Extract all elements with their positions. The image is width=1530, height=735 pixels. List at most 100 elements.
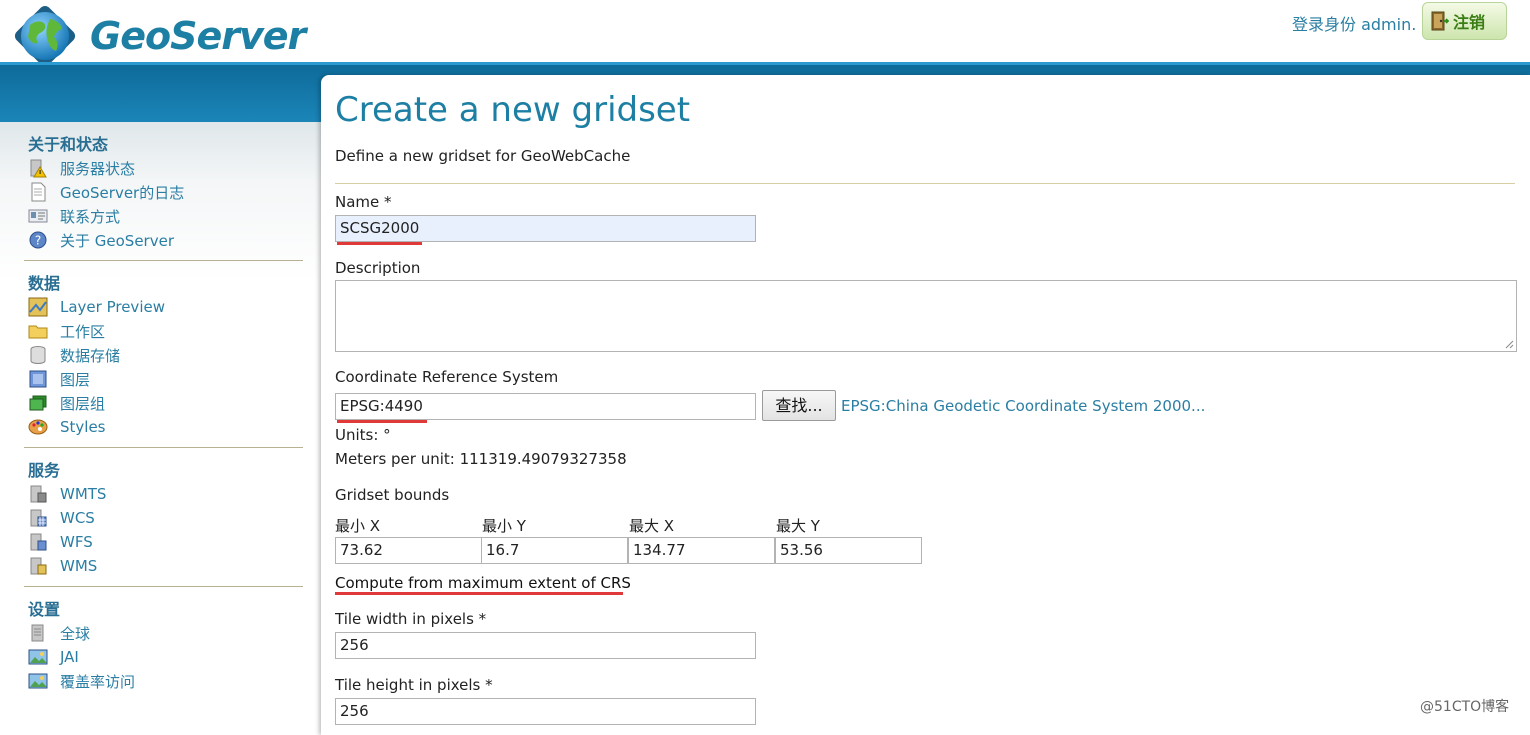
logout-label: 注销 [1453,13,1486,32]
sidebar-item-label: 覆盖率访问 [60,672,136,691]
bounds-header-min-y: 最小 Y [482,517,526,535]
find-crs-button[interactable]: 查找... [762,390,836,421]
image-icon [28,673,48,689]
sidebar-item-label: JAI [60,648,79,666]
sidebar-section-settings: 设置 全球 JAI 覆盖率访问 [28,599,304,693]
bounds-max-x-input[interactable]: 134.77 [628,537,775,564]
image-icon [28,649,48,665]
annotation-underline [337,420,427,423]
sidebar-item-label: Layer Preview [60,298,165,316]
sidebar-item-label: 图层组 [60,394,106,413]
sidebar-item-layer-preview[interactable]: Layer Preview [28,295,304,319]
compute-extent-link[interactable]: Compute from maximum extent of CRS [335,574,631,592]
layer-icon [29,370,47,388]
server-grid-icon [30,509,47,527]
sidebar-item-workspaces[interactable]: 工作区 [28,319,304,343]
crs-label: Coordinate Reference System [335,368,559,386]
bounds-header-max-x: 最大 X [629,517,675,535]
sidebar-item-wfs[interactable]: WFS [28,530,304,554]
sidebar-section-title: 数据 [28,274,61,293]
layer-group-icon [29,395,47,411]
help-icon: ? [29,231,47,249]
sidebar-item-label: 数据存储 [60,346,121,365]
annotation-underline [335,592,623,595]
page-title: Create a new gridset [335,90,691,130]
sidebar-divider [24,586,303,587]
sidebar-item-layer-groups[interactable]: 图层组 [28,391,304,415]
watermark: @51CTO博客 [1420,699,1510,715]
sidebar-item-wmts[interactable]: WMTS [28,482,304,506]
sidebar-item-label: WMS [60,557,98,575]
gridset-bounds-label: Gridset bounds [335,486,450,504]
contact-card-icon [28,209,48,223]
sidebar-item-stores[interactable]: 数据存储 [28,343,304,367]
folder-icon [28,325,48,339]
crs-input[interactable]: EPSG:4490 [335,393,756,420]
sidebar-item-wms[interactable]: WMS [28,554,304,578]
login-info: 登录身份 admin. [1292,15,1417,34]
resize-grip-icon[interactable] [1504,339,1514,349]
sidebar-section-about: 关于和状态 服务器状态 GeoServer的日志 联系方式 ? 关于 GeoSe… [24,134,304,261]
door-icon [1431,11,1449,31]
bounds-header-max-y: 最大 Y [776,517,820,535]
server-feature-icon [30,533,47,551]
svg-text:?: ? [35,234,41,248]
sidebar-item-coverage-access[interactable]: 覆盖率访问 [28,669,304,693]
sidebar-section-title: 服务 [28,461,61,480]
sidebar-section-services: 服务 WMTS WCS WFS WMS [24,460,304,587]
sidebar-divider [24,260,303,261]
header: GeoServer 登录身份 admin. 注销 [0,0,1530,67]
database-icon [30,346,46,364]
server-icon [30,485,47,503]
sidebar-item-contact[interactable]: 联系方式 [28,204,304,228]
description-label: Description [335,259,421,277]
sidebar-item-label: 关于 GeoServer [60,231,174,250]
sidebar-section-title: 关于和状态 [28,135,109,154]
tile-width-label: Tile width in pixels * [335,610,487,628]
server-warning-icon [30,159,47,178]
sidebar-item-label: 联系方式 [60,207,121,226]
sidebar-item-label: 工作区 [60,322,106,341]
sidebar-item-label: GeoServer的日志 [60,183,185,202]
name-label: Name * [335,193,392,211]
description-textarea[interactable] [335,280,1517,352]
map-preview-icon [28,297,48,317]
server-map-icon [30,557,47,575]
sidebar: 关于和状态 服务器状态 GeoServer的日志 联系方式 ? 关于 GeoSe… [24,134,304,693]
sidebar-item-label: WMTS [60,485,107,503]
tile-width-input[interactable]: 256 [335,632,756,659]
server-settings-icon [31,624,44,642]
sidebar-section-data: 数据 Layer Preview 工作区 数据存储 图层 图层组 Styles [24,273,304,448]
bounds-min-x-input[interactable]: 73.62 [335,537,482,564]
sidebar-item-label: 服务器状态 [60,159,136,178]
meters-per-unit-text: Meters per unit: 111319.49079327358 [335,450,627,468]
sidebar-item-label: 图层 [60,370,91,389]
annotation-underline [337,242,422,245]
palette-icon [28,419,48,435]
sidebar-item-layers[interactable]: 图层 [28,367,304,391]
sidebar-item-global[interactable]: 全球 [28,621,304,645]
document-icon [31,182,46,202]
tile-height-input[interactable]: 256 [335,698,756,725]
sidebar-item-label: WCS [60,509,95,527]
name-input[interactable]: SCSG2000 [335,215,756,242]
crs-description-link[interactable]: EPSG:China Geodetic Coordinate System 20… [841,397,1205,415]
sidebar-item-logs[interactable]: GeoServer的日志 [28,180,304,204]
sidebar-item-server-status[interactable]: 服务器状态 [28,156,304,180]
sidebar-divider [24,447,303,448]
bounds-max-y-input[interactable]: 53.56 [775,537,922,564]
bounds-header-min-x: 最小 X [335,517,381,535]
sidebar-item-label: Styles [60,418,106,436]
sidebar-item-jai[interactable]: JAI [28,645,304,669]
title-divider [335,183,1515,184]
page-description: Define a new gridset for GeoWebCache [335,147,631,165]
units-text: Units: ° [335,426,391,444]
logout-button[interactable]: 注销 [1422,2,1507,40]
sidebar-item-about-geoserver[interactable]: ? 关于 GeoServer [28,228,304,252]
sidebar-item-label: 全球 [60,624,91,643]
bounds-min-y-input[interactable]: 16.7 [481,537,628,564]
sidebar-item-label: WFS [60,533,93,551]
sidebar-item-styles[interactable]: Styles [28,415,304,439]
tile-height-label: Tile height in pixels * [335,676,493,694]
sidebar-item-wcs[interactable]: WCS [28,506,304,530]
